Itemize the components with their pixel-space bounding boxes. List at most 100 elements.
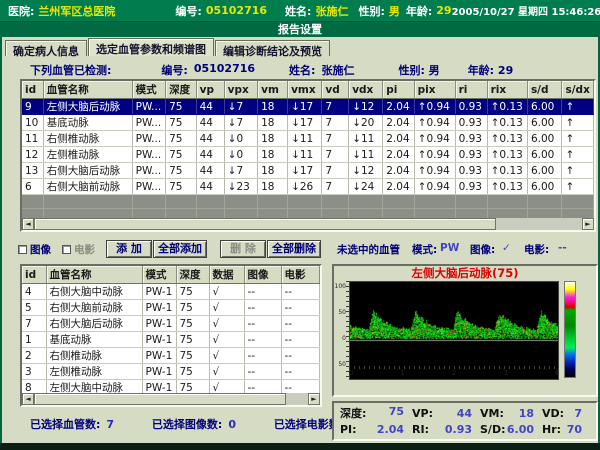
scroll-left-arrow[interactable]: ◄ (22, 218, 34, 230)
cell: -- (244, 300, 281, 316)
cell: 75 (176, 332, 209, 348)
info-sex: 性别: 男 (398, 62, 439, 76)
tab-vessel-params[interactable]: 选定血管参数和频谱图 (88, 38, 214, 56)
scroll-left-arrow[interactable]: ◄ (22, 393, 34, 405)
column-header: 深度 (166, 81, 197, 99)
param-pair: RI:0.93 (412, 423, 480, 436)
cell: 44 (196, 99, 224, 115)
cell: ↓0 (224, 147, 257, 163)
empty-cell (322, 195, 349, 209)
param-pair: VM: 18 (480, 407, 542, 420)
table-row[interactable]: 5右侧大脑前动脉PW-175√---- (22, 300, 319, 316)
x-tick-label: 1 (400, 369, 404, 377)
image-checkbox[interactable]: 图像 (18, 242, 51, 257)
delete-all-button[interactable]: 全部删除 (267, 240, 321, 258)
table-row[interactable]: 3左侧椎动脉PW-175√---- (22, 364, 319, 380)
param-label: RI: (412, 423, 429, 436)
table-row[interactable]: 6右侧大脑前动脉PW...7544↓2318↓267↓242.04↑0.940.… (22, 179, 594, 195)
intensity-colorbar (564, 281, 576, 378)
tab-diagnosis-preview[interactable]: 编辑诊断结论及预览 (215, 40, 330, 56)
cell: 基底动脉 (43, 115, 132, 131)
cell: 12 (22, 147, 43, 163)
cell: -- (281, 316, 319, 332)
cell: 右侧大脑后动脉 (43, 163, 132, 179)
cell: 右侧大脑前动脉 (46, 300, 142, 316)
table-row[interactable]: 11右侧椎动脉PW...7544↓018↓117↓112.04↑0.940.93… (22, 131, 594, 147)
cell: ↑0.13 (487, 131, 527, 147)
empty-cell (224, 195, 257, 209)
main-panel: 确定病人信息 选定血管参数和频谱图 编辑诊断结论及预览 下列血管已检测: 编号:… (2, 37, 598, 443)
column-header: s/dx (562, 81, 594, 99)
cell: 44 (196, 179, 224, 195)
cell: 6.00 (527, 179, 562, 195)
cell: 75 (166, 99, 197, 115)
vessel-count-label: 已选择血管数: (30, 418, 100, 431)
scroll-thumb[interactable] (34, 393, 286, 405)
cell: 7 (22, 316, 46, 332)
column-header: s/d (527, 81, 562, 99)
cell: 2.04 (383, 99, 414, 115)
table-row[interactable]: 1基底动脉PW-175√---- (22, 332, 319, 348)
cell: ↓12 (349, 163, 383, 179)
cell: √ (209, 316, 244, 332)
cell: -- (244, 364, 281, 380)
sex-label: 性别: (358, 3, 384, 19)
x-tick-label: 4 (555, 369, 559, 377)
cell: ↓7 (224, 99, 257, 115)
delete-button[interactable]: 删 除 (220, 240, 266, 258)
cell: PW... (132, 99, 165, 115)
column-header: id (22, 266, 46, 284)
tab-patient-info[interactable]: 确定病人信息 (5, 40, 87, 56)
cell: 0.93 (455, 147, 487, 163)
table-row[interactable]: 7右侧大脑后动脉PW-175√---- (22, 316, 319, 332)
column-header: vp (196, 81, 224, 99)
cell: PW-1 (142, 348, 176, 364)
spectrogram-panel: 左侧大脑后动脉(75) 10050050 01234 (332, 264, 598, 397)
scroll-thumb[interactable] (34, 218, 496, 230)
cell: 7 (322, 179, 349, 195)
cell: 2.04 (383, 147, 414, 163)
add-all-button[interactable]: 全部添加 (153, 240, 207, 258)
params-row-2: PI:2.04RI:0.93S/D:6.00Hr:70 (340, 421, 590, 437)
measured-vessels-grid: id血管名称模式深度vpvpxvmvmxvdvdxpipixririxs/ds/… (22, 81, 594, 232)
table-row[interactable]: 9左侧大脑后动脉PW...7544↓718↓177↓122.04↑0.940.9… (22, 99, 594, 115)
cell: 75 (176, 284, 209, 300)
empty-cell (349, 195, 383, 209)
scroll-right-arrow[interactable]: ► (582, 218, 594, 230)
x-tick-label: 3 (503, 369, 507, 377)
cell: PW-1 (142, 284, 176, 300)
table-row[interactable]: 13右侧大脑后动脉PW...7544↓718↓177↓122.04↑0.940.… (22, 163, 594, 179)
cell: 5 (22, 300, 46, 316)
y-tick-label: 50 (334, 309, 346, 316)
movie-checkbox[interactable]: 电影 (62, 242, 95, 257)
cell: 7 (322, 131, 349, 147)
x-axis: 01234 (349, 366, 559, 380)
patient-name-label: 姓名: (285, 3, 311, 19)
table-row[interactable]: 12左侧椎动脉PW...7544↓018↓117↓112.04↑0.940.93… (22, 147, 594, 163)
cell: √ (209, 332, 244, 348)
param-value: 18 (519, 407, 534, 420)
cell: 6.00 (527, 115, 562, 131)
image-checkbox-box[interactable] (18, 245, 27, 254)
empty-cell (562, 195, 594, 209)
add-button[interactable]: 添 加 (106, 240, 152, 258)
cell: -- (244, 316, 281, 332)
scroll-right-arrow[interactable]: ► (308, 393, 320, 405)
param-label: VP: (412, 407, 433, 420)
column-header: 深度 (176, 266, 209, 284)
params-row-1: 深度:75VP:44VM:18VD:7 (340, 405, 590, 421)
cell: 44 (196, 147, 224, 163)
table-row[interactable]: 2右侧椎动脉PW-175√---- (22, 348, 319, 364)
cell: 7 (322, 163, 349, 179)
mode-label: 模式: (412, 242, 437, 257)
table-row[interactable]: 4右侧大脑中动脉PW-175√---- (22, 284, 319, 300)
controls-row: 图像 电影 添 加 全部添加 删 除 全部删除 未选中的血管 模式: PW 图像… (2, 240, 598, 260)
cell: ↓12 (349, 99, 383, 115)
cell: -- (281, 300, 319, 316)
param-label: VM: (480, 407, 504, 420)
movie-status-label: 电影: (524, 242, 549, 257)
column-header: vpx (224, 81, 257, 99)
x-tick-label: 2 (452, 369, 456, 377)
table-row[interactable]: 10基底动脉PW...7544↓718↓177↓202.04↑0.940.93↑… (22, 115, 594, 131)
movie-checkbox-box[interactable] (62, 245, 71, 254)
